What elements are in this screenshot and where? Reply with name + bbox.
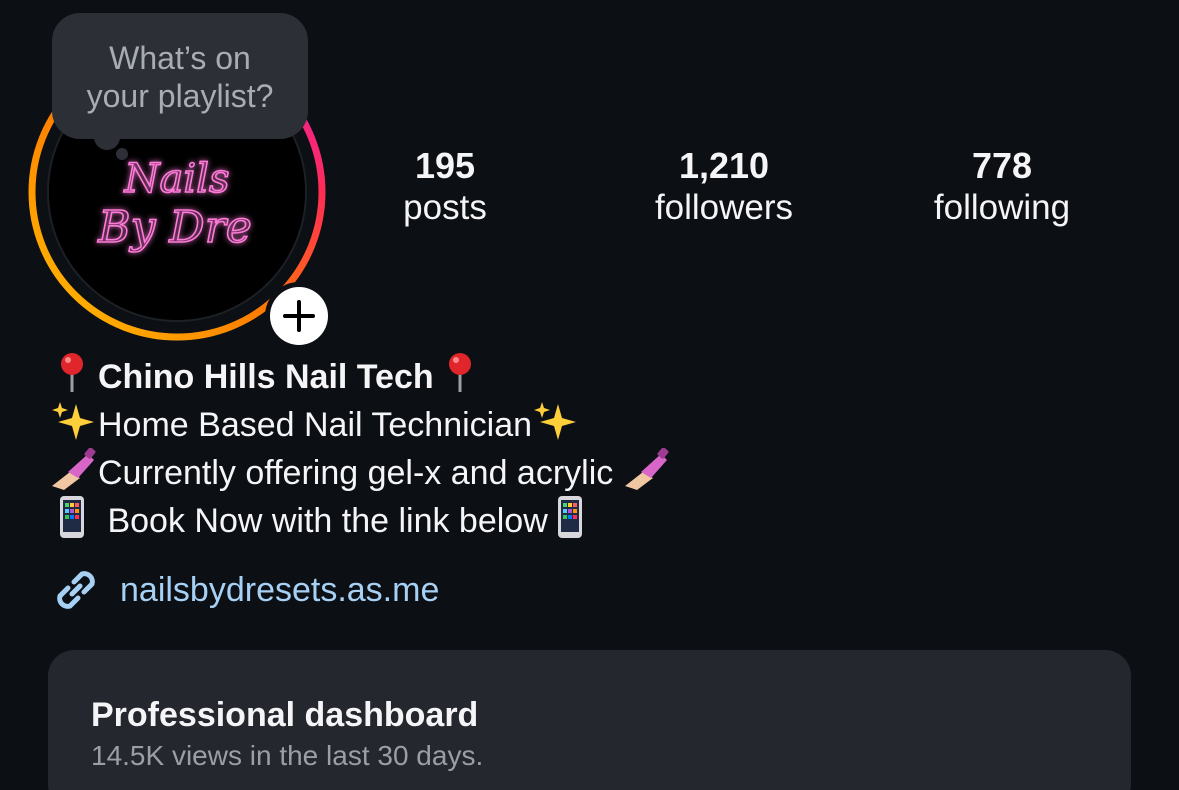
note-bubble-tail-dot xyxy=(116,148,128,160)
plus-icon xyxy=(283,300,315,332)
followers-count: 1,210 xyxy=(678,145,770,186)
bio-line2-text: Home Based Nail Technician xyxy=(98,406,533,444)
stat-posts[interactable]: 195 posts xyxy=(385,146,505,230)
profile-bio: Chino Hills Nail Tech Home Based Nail Te… xyxy=(50,352,1130,544)
posts-label: posts xyxy=(403,188,487,227)
followers-label: followers xyxy=(654,188,794,227)
logo-text-line1: Nails xyxy=(124,156,230,202)
bio-line-3: Currently offering gel-x and acrylic xyxy=(50,447,1130,496)
profile-header: Nails By Dre What’s on your playlist? 19… xyxy=(0,0,1179,790)
add-story-button[interactable] xyxy=(265,282,333,350)
note-text-line2: your playlist? xyxy=(86,78,274,114)
sparkles-icon xyxy=(532,400,580,440)
posts-count: 195 xyxy=(414,145,476,186)
profile-link-text: nailsbydresets.as.me xyxy=(120,570,440,609)
bio-line3-text: Currently offering gel-x and acrylic xyxy=(98,454,623,492)
following-count: 778 xyxy=(971,145,1033,186)
bio-line-4: Book Now with the link below xyxy=(50,496,1130,544)
stat-following[interactable]: 778 following xyxy=(912,146,1092,230)
mobile-phone-icon xyxy=(50,496,98,538)
bio-name: Chino Hills Nail Tech xyxy=(98,358,434,396)
following-label: following xyxy=(933,188,1071,227)
bio-line-2: Home Based Nail Technician xyxy=(50,400,1130,448)
bio-line4-text: Book Now with the link below xyxy=(98,502,548,540)
nail-polish-icon xyxy=(50,447,98,490)
round-pushpin-icon xyxy=(50,352,98,392)
sparkles-icon xyxy=(50,400,98,440)
stat-followers[interactable]: 1,210 followers xyxy=(634,146,814,230)
note-text-line1: What’s on xyxy=(109,40,251,76)
nail-polish-icon xyxy=(623,447,671,490)
dashboard-subtitle: 14.5K views in the last 30 days. xyxy=(91,740,484,771)
link-icon xyxy=(57,571,95,609)
bio-line-name: Chino Hills Nail Tech xyxy=(50,352,1130,400)
note-bubble[interactable]: What’s on your playlist? xyxy=(52,13,308,139)
round-pushpin-icon xyxy=(434,352,482,392)
dashboard-title: Professional dashboard xyxy=(91,696,479,734)
mobile-phone-icon xyxy=(548,496,596,538)
profile-link[interactable]: nailsbydresets.as.me xyxy=(48,560,439,620)
logo-text-line2: By Dre xyxy=(97,202,252,253)
professional-dashboard-card[interactable]: Professional dashboard 14.5K views in th… xyxy=(48,650,1131,790)
